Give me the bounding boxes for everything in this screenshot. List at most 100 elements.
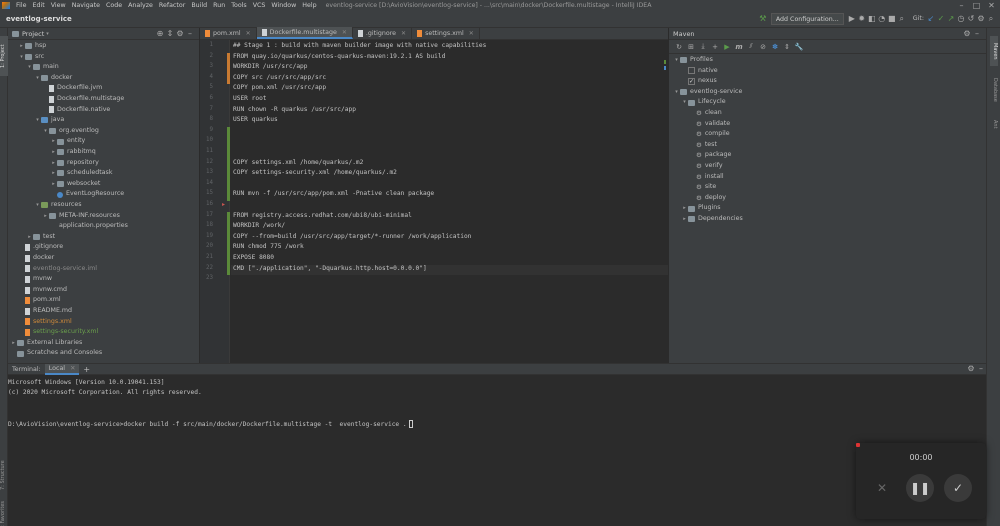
chevron-down-icon[interactable]: ▾ — [673, 55, 680, 66]
maximize-icon[interactable]: □ — [972, 1, 981, 10]
code-line[interactable]: COPY settings.xml /home/quarkus/.m2 — [233, 159, 363, 166]
maven-tree-item[interactable]: ✓ nexus — [681, 76, 717, 87]
project-panel-title[interactable]: Project — [22, 30, 44, 38]
skip-tests-icon[interactable]: ⊘ — [757, 43, 769, 51]
chevron-down-icon[interactable]: ▾ — [46, 31, 49, 37]
project-tree-item[interactable]: ▸ repository — [50, 158, 99, 169]
menu-item[interactable]: Edit — [30, 2, 48, 9]
checkbox-unchecked-icon[interactable] — [688, 67, 695, 75]
project-tree-item[interactable]: ▾ docker — [34, 73, 72, 84]
close-icon[interactable]: ✕ — [70, 365, 75, 372]
project-tree-item[interactable]: ▸ META-INF.resources — [42, 211, 120, 222]
terminal-session-local[interactable]: Local ✕ — [44, 363, 80, 375]
breakpoint-arrow-icon[interactable]: ▸ — [222, 201, 225, 208]
project-tree-item[interactable]: ▸ websocket — [50, 179, 100, 190]
show-dependencies-icon[interactable]: ✽ — [769, 43, 781, 51]
project-tree-item[interactable]: ▾ main — [26, 62, 59, 73]
gear-icon[interactable]: ⚙ — [966, 364, 976, 374]
project-tree-item[interactable]: ▾ src — [18, 52, 44, 63]
code-line[interactable]: COPY pom.xml /usr/src/app — [233, 84, 326, 91]
project-tree-item[interactable]: application.properties — [42, 221, 128, 232]
git-rollback-icon[interactable]: ↺ — [966, 14, 976, 24]
chevron-right-icon[interactable]: ▸ — [50, 168, 57, 179]
chevron-right-icon[interactable]: ▸ — [681, 214, 688, 225]
chevron-down-icon[interactable]: ▾ — [42, 126, 49, 137]
close-icon[interactable]: ✕ — [469, 30, 474, 37]
vcs-change-marker[interactable] — [227, 126, 230, 191]
menu-item[interactable]: File — [13, 2, 30, 9]
chevron-right-icon[interactable]: ▸ — [10, 338, 17, 349]
code-line[interactable]: RUN mvn -f /usr/src/app/pom.xml -Pnative… — [233, 190, 434, 197]
favorites-tool-tab[interactable]: 2: Favorites — [0, 498, 8, 526]
menu-item[interactable]: Window — [268, 2, 299, 9]
maven-tree-item[interactable]: ⚙ clean — [689, 108, 722, 119]
menu-item[interactable]: Help — [299, 2, 319, 9]
project-tree-item[interactable]: ▾ java — [34, 115, 64, 126]
code-line[interactable]: FROM registry.access.redhat.com/ubi8/ubi… — [233, 212, 412, 219]
gear-icon[interactable]: ⚙ — [175, 29, 185, 39]
maven-goal-icon[interactable]: m — [733, 43, 745, 51]
chevron-right-icon[interactable]: ▸ — [50, 158, 57, 169]
project-tree-item[interactable]: ▸ External Libraries — [10, 338, 82, 349]
chevron-down-icon[interactable]: ▾ — [34, 115, 41, 126]
ant-tool-tab[interactable]: Ant — [990, 114, 998, 134]
code-line[interactable]: USER root — [233, 95, 267, 102]
profile-icon[interactable]: ◔ — [877, 14, 887, 24]
menu-item[interactable]: Build — [188, 2, 210, 9]
plus-icon[interactable]: + — [709, 43, 721, 51]
project-tree-item[interactable]: ▸ hsp — [18, 41, 46, 52]
maven-tree-item[interactable]: ⚙ package — [689, 150, 731, 161]
project-tree-item[interactable]: ▸ test — [26, 232, 55, 243]
gear-icon[interactable]: ⚙ — [962, 29, 972, 39]
project-tree-item[interactable]: .gitignore — [18, 242, 63, 253]
project-tree-item[interactable]: Dockerfile.multistage — [42, 94, 124, 105]
code-line[interactable]: WORKDIR /usr/src/app — [233, 63, 308, 70]
git-commit-icon[interactable]: ✓ — [936, 14, 946, 24]
hide-icon[interactable]: – — [976, 364, 986, 374]
build-hammer-icon[interactable]: ⚒ — [758, 14, 768, 24]
chevron-down-icon[interactable]: ▾ — [18, 52, 25, 63]
chevron-right-icon[interactable]: ▸ — [50, 147, 57, 158]
hide-icon[interactable]: – — [185, 29, 195, 39]
project-tree-item[interactable]: ▾ org.eventlog — [42, 126, 99, 137]
code-line[interactable]: WORKDIR /work/ — [233, 222, 285, 229]
project-tree-item[interactable]: ▸ entity — [50, 136, 85, 147]
project-tool-tab[interactable]: 1: Project — [0, 36, 8, 76]
chevron-right-icon[interactable]: ▸ — [42, 211, 49, 222]
collapse-icon[interactable]: ⇕ — [781, 43, 793, 51]
minimize-icon[interactable]: – — [957, 1, 966, 10]
checkbox-checked-icon[interactable]: ✓ — [688, 77, 695, 85]
project-tree-item[interactable]: ▾ resources — [34, 200, 82, 211]
project-tree-item[interactable]: Dockerfile.native — [42, 105, 110, 116]
code-line[interactable]: CMD ["./application", "-Dquarkus.http.ho… — [233, 265, 427, 272]
project-tree-item[interactable]: EventLogResource — [50, 189, 124, 200]
maven-tree-item[interactable]: ⚙ validate — [689, 119, 730, 130]
code-line[interactable]: EXPOSE 8080 — [233, 254, 274, 261]
maven-tree-item[interactable]: ▸ Dependencies — [681, 214, 743, 225]
chevron-down-icon[interactable]: ▾ — [26, 62, 33, 73]
code-line[interactable]: RUN chown -R quarkus /usr/src/app — [233, 106, 356, 113]
code-line[interactable]: ## Stage 1 : build with maven builder im… — [233, 42, 486, 49]
toggle-offline-icon[interactable]: ⫽ — [745, 42, 757, 51]
editor-tab[interactable]: Dockerfile.multistage ✕ — [256, 27, 353, 39]
project-tree-item[interactable]: README.md — [18, 306, 72, 317]
run-icon[interactable]: ▶ — [847, 14, 857, 24]
finish-recording-button[interactable]: ✓ — [944, 474, 972, 502]
stop-icon[interactable]: ■ — [887, 14, 897, 24]
chevron-right-icon[interactable]: ▸ — [26, 232, 33, 243]
chevron-right-icon[interactable]: ▸ — [681, 203, 688, 214]
code-line[interactable]: FROM quay.io/quarkus/centos-quarkus-mave… — [233, 53, 445, 60]
maven-tree-item[interactable]: ⚙ site — [689, 182, 716, 193]
menu-item[interactable]: Code — [103, 2, 125, 9]
search-everywhere-icon[interactable]: ⌕ — [986, 14, 996, 24]
code-line[interactable]: COPY src /usr/src/app/src — [233, 74, 326, 81]
project-tree-item[interactable]: ▸ scheduledtask — [50, 168, 112, 179]
hide-icon[interactable]: – — [972, 29, 982, 39]
project-tree-item[interactable]: ▸ rabbitmq — [50, 147, 96, 158]
new-session-icon[interactable]: + — [79, 365, 94, 374]
close-icon[interactable]: ✕ — [246, 30, 251, 37]
close-icon[interactable]: ✕ — [342, 29, 347, 36]
code-line[interactable]: USER quarkus — [233, 116, 278, 123]
add-configuration-button[interactable]: Add Configuration... — [770, 12, 844, 25]
close-icon[interactable]: ✕ — [987, 1, 996, 10]
